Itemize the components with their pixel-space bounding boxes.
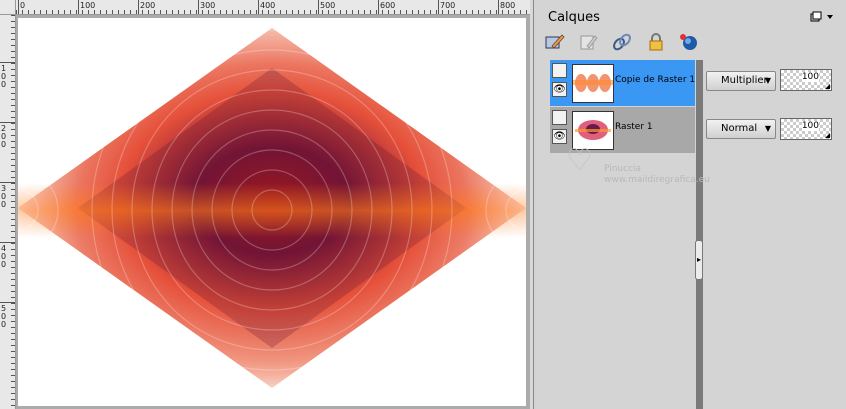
ruler-label: 200: [1, 124, 7, 149]
splitter-handle[interactable]: ▸: [695, 240, 703, 280]
visibility-eye-icon[interactable]: 👁: [552, 82, 567, 97]
ruler-label: 800: [500, 1, 516, 10]
opacity-field[interactable]: 100: [780, 69, 832, 91]
panel-title: Calques: [548, 10, 600, 25]
ruler-label: 400: [1, 244, 7, 269]
ruler-label: 400: [260, 1, 276, 10]
layer-thumbnail: [572, 64, 614, 103]
layer-type-icon: [552, 63, 567, 78]
canvas-area[interactable]: 0 100 200 300 400 500 600 700 800 100 20…: [0, 0, 530, 409]
blend-mode-value: Multiplier: [721, 75, 768, 86]
ruler-label: 0: [20, 1, 26, 10]
layer-row-copie-raster-1[interactable]: 👁 Copie de Raster 1: [550, 60, 695, 106]
resize-corner-icon: [825, 133, 830, 138]
chevron-down-icon: ▼: [764, 76, 771, 85]
resize-corner-icon: [825, 84, 830, 89]
ruler-label: 300: [200, 1, 216, 10]
layer-name: Raster 1: [615, 122, 653, 132]
ruler-horizontal: 0 100 200 300 400 500 600 700 800: [16, 0, 530, 15]
ruler-label: 600: [380, 1, 396, 10]
heart-icon: ♡: [566, 143, 593, 178]
ruler-label: 100: [1, 64, 7, 89]
ruler-label: 700: [440, 1, 456, 10]
panel-splitter[interactable]: ▸: [695, 60, 703, 409]
lock-icon[interactable]: [645, 32, 667, 52]
mask-icon[interactable]: [678, 32, 700, 52]
artwork-image[interactable]: [18, 18, 526, 406]
ruler-label: 300: [1, 184, 7, 209]
ruler-label: 500: [320, 1, 336, 10]
chevron-down-icon: ▼: [764, 124, 771, 133]
ruler-label: 100: [80, 1, 96, 10]
layers-toolbar: [544, 32, 708, 56]
properties-icon[interactable]: [578, 32, 600, 52]
edit-layer-icon[interactable]: [544, 32, 566, 52]
visibility-eye-icon[interactable]: 👁: [552, 129, 567, 144]
ruler-label: 200: [140, 1, 156, 10]
opacity-value: 100: [801, 121, 819, 131]
artwork-graphic: [18, 18, 526, 406]
ruler-corner: [0, 0, 16, 15]
blend-mode-select[interactable]: Multiplier ▼: [706, 71, 776, 91]
ruler-vertical: 100 200 300 400 500: [0, 15, 16, 409]
layers-panel: Calques ▸ 👁 Copie de Raster 1 👁 Raster 1…: [533, 0, 846, 409]
panel-menu-button[interactable]: [809, 9, 837, 25]
layer-name: Copie de Raster 1: [615, 75, 696, 85]
opacity-field[interactable]: 100: [780, 118, 832, 140]
watermark: ♡ Pinuccia www.maildiregrafica.eu: [566, 146, 710, 186]
layer-type-icon: [552, 110, 567, 125]
opacity-value: 100: [801, 72, 819, 82]
blend-mode-value: Normal: [721, 123, 758, 134]
blend-mode-select[interactable]: Normal ▼: [706, 119, 776, 139]
ruler-label: 500: [1, 304, 7, 329]
link-icon[interactable]: [611, 32, 633, 52]
